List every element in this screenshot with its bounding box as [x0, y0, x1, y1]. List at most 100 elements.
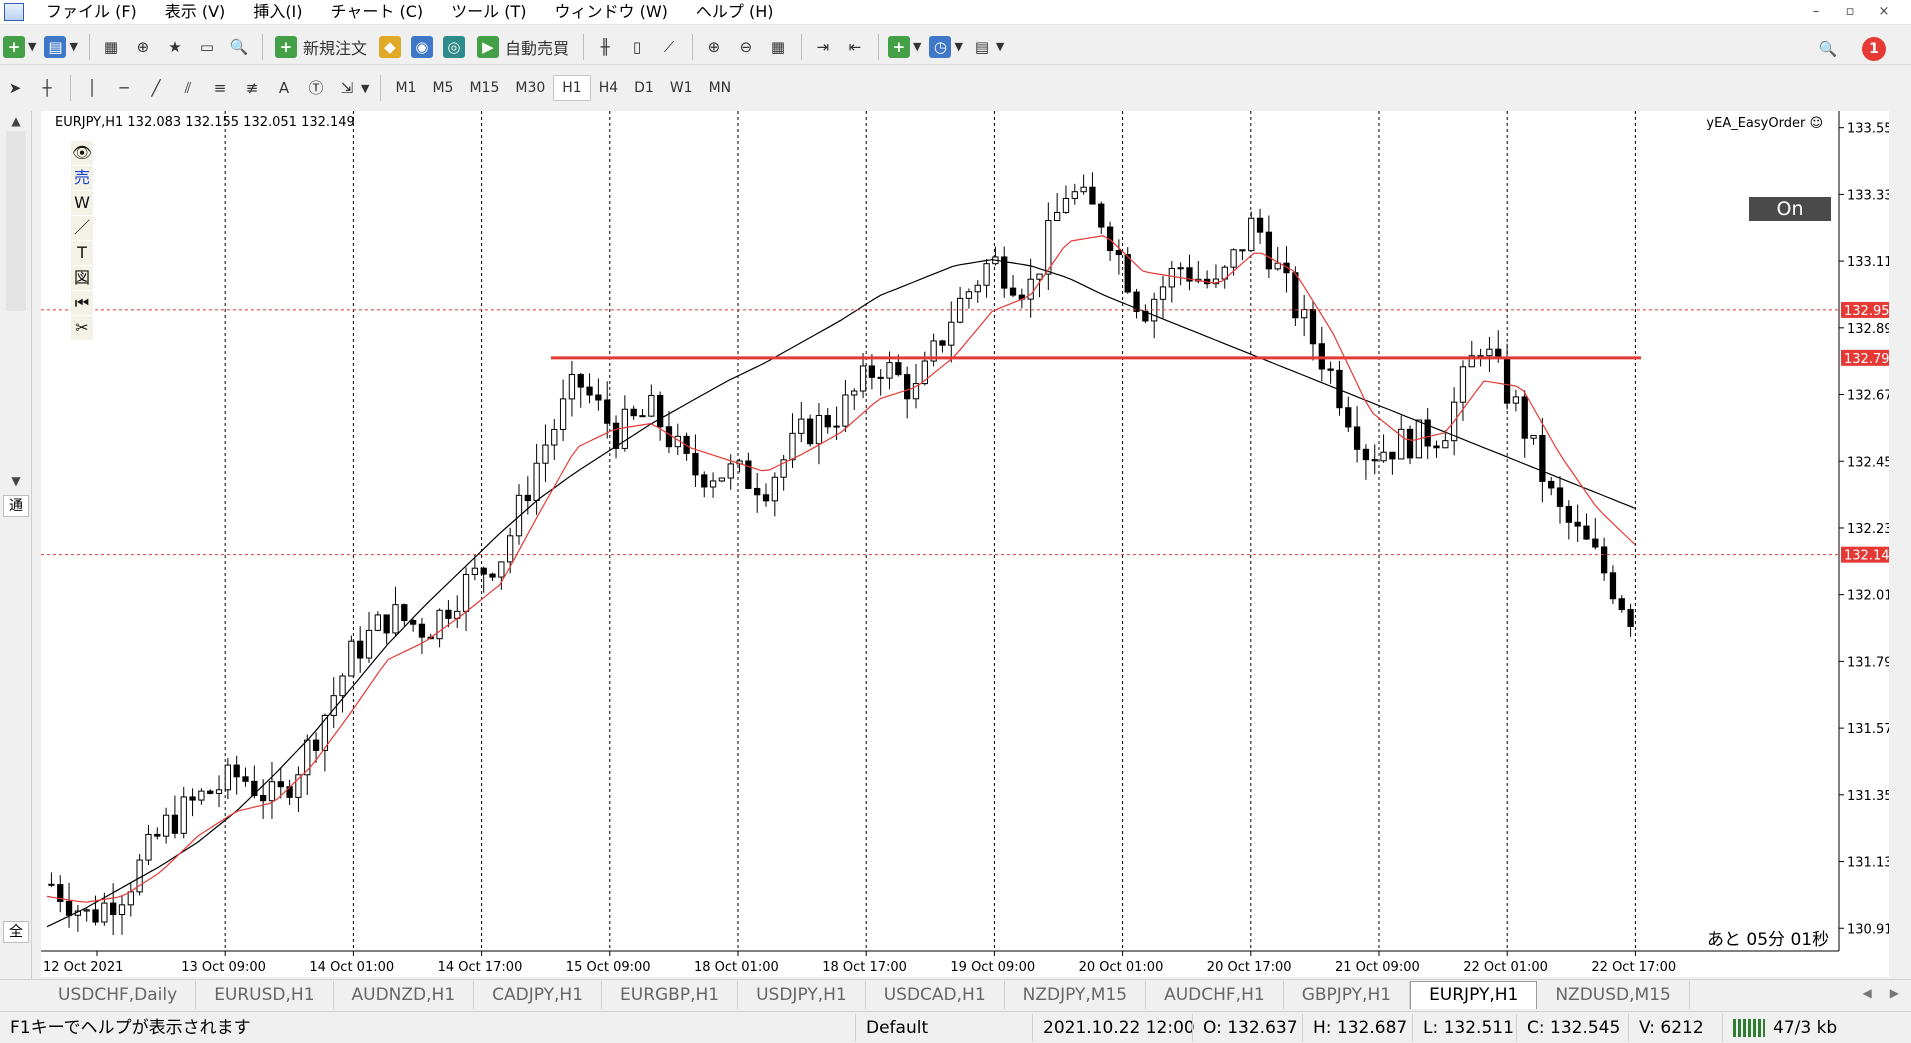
indicators-button[interactable]: + ▼ [885, 32, 924, 62]
candle-body [551, 428, 558, 446]
candle-body [127, 891, 134, 906]
timeframe-h4[interactable]: H4 [591, 75, 626, 101]
minimize-button[interactable]: – [1799, 0, 1833, 24]
text-tool-button[interactable]: A [269, 73, 299, 103]
data-window-button[interactable]: ⊕ [128, 32, 158, 62]
tab-usdjpy-h1[interactable]: USDJPY,H1 [738, 980, 866, 1009]
menu-bar: ファイル (F) 表示 (V) 挿入(I) チャート (C) ツール (T) ウ… [0, 0, 1911, 25]
tab-audchf-h1[interactable]: AUDCHF,H1 [1146, 980, 1284, 1009]
scroll-down-arrow-icon[interactable]: ▼ [6, 471, 26, 491]
tab-nzdusd-m15[interactable]: NZDUSD,M15 [1537, 980, 1690, 1009]
ea-on-button[interactable]: On [1749, 197, 1831, 221]
candle-body [374, 614, 381, 631]
candle-body [348, 640, 355, 677]
eye-icon[interactable]: 👁 [71, 141, 93, 165]
menu-file[interactable]: ファイル (F) [32, 0, 151, 24]
tab-eurgbp-h1[interactable]: EURGBP,H1 [602, 980, 739, 1009]
fibonacci-button[interactable]: ≡ [205, 73, 235, 103]
candlestick-button[interactable]: ▯ [622, 32, 652, 62]
zoom-in-button[interactable]: ⊕ [699, 32, 729, 62]
zoom-out-button[interactable]: ⊖ [731, 32, 761, 62]
tab-scroll-right-icon[interactable]: ▶ [1890, 986, 1899, 1000]
restore-button[interactable]: ▫ [1833, 0, 1867, 24]
candle-body [983, 263, 990, 286]
search-button[interactable]: 🔍 [1813, 34, 1843, 64]
timeframe-m30[interactable]: M30 [507, 75, 553, 101]
profiles-button[interactable]: ▤ ▼ [41, 32, 80, 62]
menu-view[interactable]: 表示 (V) [151, 0, 240, 24]
equidistant-channel-button[interactable]: ⫽ [173, 73, 203, 103]
menu-window[interactable]: ウィンドウ (W) [540, 0, 681, 24]
menu-charts[interactable]: チャート (C) [317, 0, 438, 24]
navigator-button[interactable]: ★ [160, 32, 190, 62]
fibo-fan-button[interactable]: ≢ [237, 73, 267, 103]
timeframe-h1[interactable]: H1 [553, 75, 591, 101]
signals-button[interactable]: ◎ [439, 32, 469, 62]
scroll-up-arrow-icon[interactable]: ▲ [6, 111, 26, 131]
tab-usdcad-h1[interactable]: USDCAD,H1 [866, 980, 1005, 1009]
market-watch-button[interactable]: ▦ [96, 32, 126, 62]
new-chart-button[interactable]: + ▼ [0, 32, 39, 62]
w-tool-icon[interactable]: W [71, 191, 93, 215]
community-button[interactable]: ◉ [407, 32, 437, 62]
vertical-line-button[interactable]: │ [77, 73, 107, 103]
notifications-button[interactable]: 1 [1859, 34, 1889, 64]
terminal-button[interactable]: ▭ [192, 32, 222, 62]
time-tick-label: 21 Oct 09:00 [1335, 960, 1420, 975]
auto-trading-button[interactable]: ▶ 自動売買 [471, 32, 575, 62]
timeframe-m5[interactable]: M5 [424, 75, 461, 101]
price-chart[interactable]: 12 Oct 2021 13 Oct 09:00 14 Oct 01:00 14 Oc… [41, 111, 1889, 977]
sell-tool-icon[interactable]: 売 [71, 166, 93, 190]
chart-window[interactable]: 12 Oct 2021 13 Oct 09:00 14 Oct 01:00 14 Oc… [41, 111, 1889, 977]
tile-windows-button[interactable]: ▦ [763, 32, 793, 62]
tab-common[interactable]: 通 [3, 495, 29, 517]
toolbar-divider [582, 33, 584, 60]
figure-icon[interactable]: 図 [71, 266, 93, 290]
menu-help[interactable]: ヘルプ (H) [682, 0, 788, 24]
timeframe-d1[interactable]: D1 [626, 75, 662, 101]
strategy-tester-button[interactable]: 🔍 [224, 32, 254, 62]
new-order-button[interactable]: + 新規注文 [269, 32, 373, 62]
arrows-button[interactable]: ⇲ ▼ [333, 73, 372, 103]
candle-body [224, 764, 232, 791]
trendline-button[interactable]: ╱ [141, 73, 171, 103]
chart-shift-button[interactable]: ⇤ [840, 32, 870, 62]
templates-button[interactable]: ▤ ▼ [968, 32, 1007, 62]
cursor-button[interactable]: ➤ [0, 73, 30, 103]
timeframe-m15[interactable]: M15 [461, 75, 507, 101]
rewind-icon[interactable]: ⏮ [71, 291, 93, 315]
bar-chart-button[interactable]: ╫ [590, 32, 620, 62]
timeframe-w1[interactable]: W1 [662, 75, 701, 101]
close-button[interactable]: × [1867, 0, 1901, 24]
metaeditor-button[interactable]: ◆ [375, 32, 405, 62]
scissors-icon[interactable]: ✂ [71, 316, 93, 340]
periods-button[interactable]: ◷ ▼ [926, 32, 965, 62]
timeframe-m1[interactable]: M1 [387, 75, 424, 101]
text-tool-icon: A [278, 79, 290, 97]
text-label-button[interactable]: Ⓣ [301, 73, 331, 103]
tab-nzdjpy-m15[interactable]: NZDJPY,M15 [1005, 980, 1147, 1009]
menu-tools[interactable]: ツール (T) [437, 0, 540, 24]
tab-audnzd-h1[interactable]: AUDNZD,H1 [334, 980, 475, 1009]
tab-scroll-left-icon[interactable]: ◀ [1863, 986, 1872, 1000]
arrows-icon: ⇲ [340, 79, 354, 97]
auto-scroll-button[interactable]: ⇥ [808, 32, 838, 62]
tab-usdchf-daily[interactable]: USDCHF,Daily [40, 980, 197, 1009]
left-scrollbar[interactable] [6, 131, 26, 311]
candle-body [498, 561, 505, 578]
left-panel: ▲ ▼ 通 全 [0, 111, 32, 981]
menu-insert[interactable]: 挿入(I) [239, 0, 316, 24]
candle-body [1309, 308, 1317, 345]
text-icon[interactable]: T [71, 241, 93, 265]
tab-eurjpy-h1[interactable]: EURJPY,H1 [1410, 980, 1538, 1009]
tab-all[interactable]: 全 [3, 921, 29, 943]
tab-eurusd-h1[interactable]: EURUSD,H1 [196, 980, 334, 1009]
horizontal-line-button[interactable]: ─ [109, 73, 139, 103]
timeframe-mn[interactable]: MN [701, 75, 740, 101]
crosshair-button[interactable]: ┼ [32, 73, 62, 103]
pen-icon[interactable]: ／ [71, 216, 93, 240]
tab-cadjpy-h1[interactable]: CADJPY,H1 [474, 980, 603, 1009]
line-chart-button[interactable]: ⟋ [654, 32, 684, 62]
candle-body [445, 609, 452, 619]
tab-gbpjpy-h1[interactable]: GBPJPY,H1 [1284, 980, 1411, 1009]
